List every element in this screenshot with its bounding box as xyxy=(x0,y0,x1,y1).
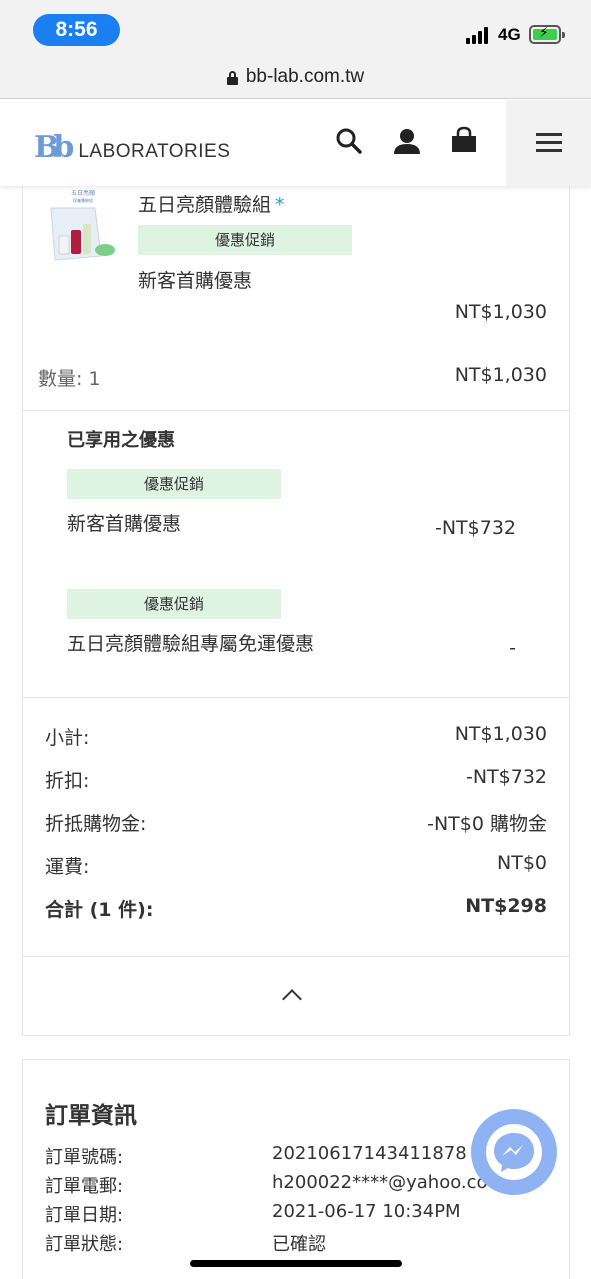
network-type: 4G xyxy=(498,25,521,44)
discount-amount: - xyxy=(509,637,516,659)
applied-discounts: 已享用之優惠 優惠促銷 新客首購優惠 -NT$732 優惠促銷 五日亮顏體驗組專… xyxy=(22,411,570,698)
url-text: bb-lab.com.tw xyxy=(245,66,365,87)
discount-tag: 優惠促銷 xyxy=(67,469,281,499)
chevron-up-icon[interactable] xyxy=(282,989,302,1009)
total-value: NT$298 xyxy=(465,895,547,917)
cart-icon[interactable] xyxy=(449,126,479,156)
discount-name: 新客首購優惠 xyxy=(67,513,182,535)
discount-value: -NT$732 xyxy=(465,766,547,788)
svg-text:保養體驗組: 保養體驗組 xyxy=(73,197,93,203)
signal-icon xyxy=(466,26,492,44)
status-time: 8:56 xyxy=(33,14,120,46)
required-mark: * xyxy=(275,194,285,216)
collapse-toggle[interactable] xyxy=(22,957,570,1036)
product-name[interactable]: 五日亮顏體驗組 * xyxy=(138,190,285,217)
discount-name: 五日亮顏體驗組專屬免運優惠 xyxy=(67,633,315,655)
shipping-value: NT$0 xyxy=(497,852,547,874)
lock-icon xyxy=(226,70,238,85)
promo-tag: 優惠促銷 xyxy=(138,225,352,255)
order-status-value: 已確認 xyxy=(272,1234,326,1255)
order-number-value: 20210617143411878 xyxy=(272,1143,467,1164)
credit-label: 折抵購物金: xyxy=(45,813,147,835)
logo-text: LABORATORIES xyxy=(78,141,231,162)
messenger-chat-button[interactable] xyxy=(471,1109,557,1195)
order-date-value: 2021-06-17 10:34PM xyxy=(272,1201,461,1222)
order-email-value: h200022****@yahoo.co xyxy=(272,1172,488,1193)
subtotal-label: 小計: xyxy=(45,727,90,749)
search-icon[interactable] xyxy=(334,126,364,156)
order-info-title: 訂單資訊 xyxy=(45,1103,137,1129)
discount-label: 折扣: xyxy=(45,770,90,792)
discounts-title: 已享用之優惠 xyxy=(67,430,175,451)
battery-icon: ⚡ xyxy=(529,25,565,44)
order-date-label: 訂單日期: xyxy=(45,1205,124,1226)
discount-amount: -NT$732 xyxy=(434,517,516,539)
url-bar[interactable]: bb-lab.com.tw xyxy=(0,56,591,99)
shipping-label: 運費: xyxy=(45,856,90,878)
logo[interactable]: Bb LABORATORIES xyxy=(34,130,231,165)
menu-icon[interactable] xyxy=(506,100,591,186)
subtotal-value: NT$1,030 xyxy=(454,723,547,745)
logo-mark: Bb xyxy=(34,130,74,165)
site-header: Bb LABORATORIES xyxy=(0,100,591,186)
quantity-label: 數量: 1 xyxy=(38,368,101,390)
messenger-icon xyxy=(486,1124,542,1180)
order-number-label: 訂單號碼: xyxy=(45,1147,124,1168)
promo-name: 新客首購優惠 xyxy=(138,270,253,292)
status-bar: 8:56 4G ⚡ xyxy=(0,0,591,56)
user-icon[interactable] xyxy=(392,126,422,156)
discount-tag: 優惠促銷 xyxy=(67,589,281,619)
svg-text:五日亮顏: 五日亮顏 xyxy=(71,189,95,197)
order-email-label: 訂單電郵: xyxy=(45,1176,124,1197)
total-label: 合計 (1 件): xyxy=(45,899,154,921)
line-total: NT$1,030 xyxy=(454,364,547,386)
credit-value: -NT$0 購物金 xyxy=(427,813,547,835)
order-summary: 小計: NT$1,030 折扣: -NT$732 折抵購物金: -NT$0 購物… xyxy=(22,698,570,957)
home-indicator[interactable] xyxy=(190,1260,402,1267)
cart-item: 五日亮顏 保養體驗組 五日亮顏體驗組 * 優惠促銷 新客首購優惠 NT$1,030… xyxy=(22,186,570,411)
order-status-label: 訂單狀態: xyxy=(45,1234,124,1255)
unit-price: NT$1,030 xyxy=(454,301,547,323)
product-image[interactable]: 五日亮顏 保養體驗組 xyxy=(45,186,119,266)
